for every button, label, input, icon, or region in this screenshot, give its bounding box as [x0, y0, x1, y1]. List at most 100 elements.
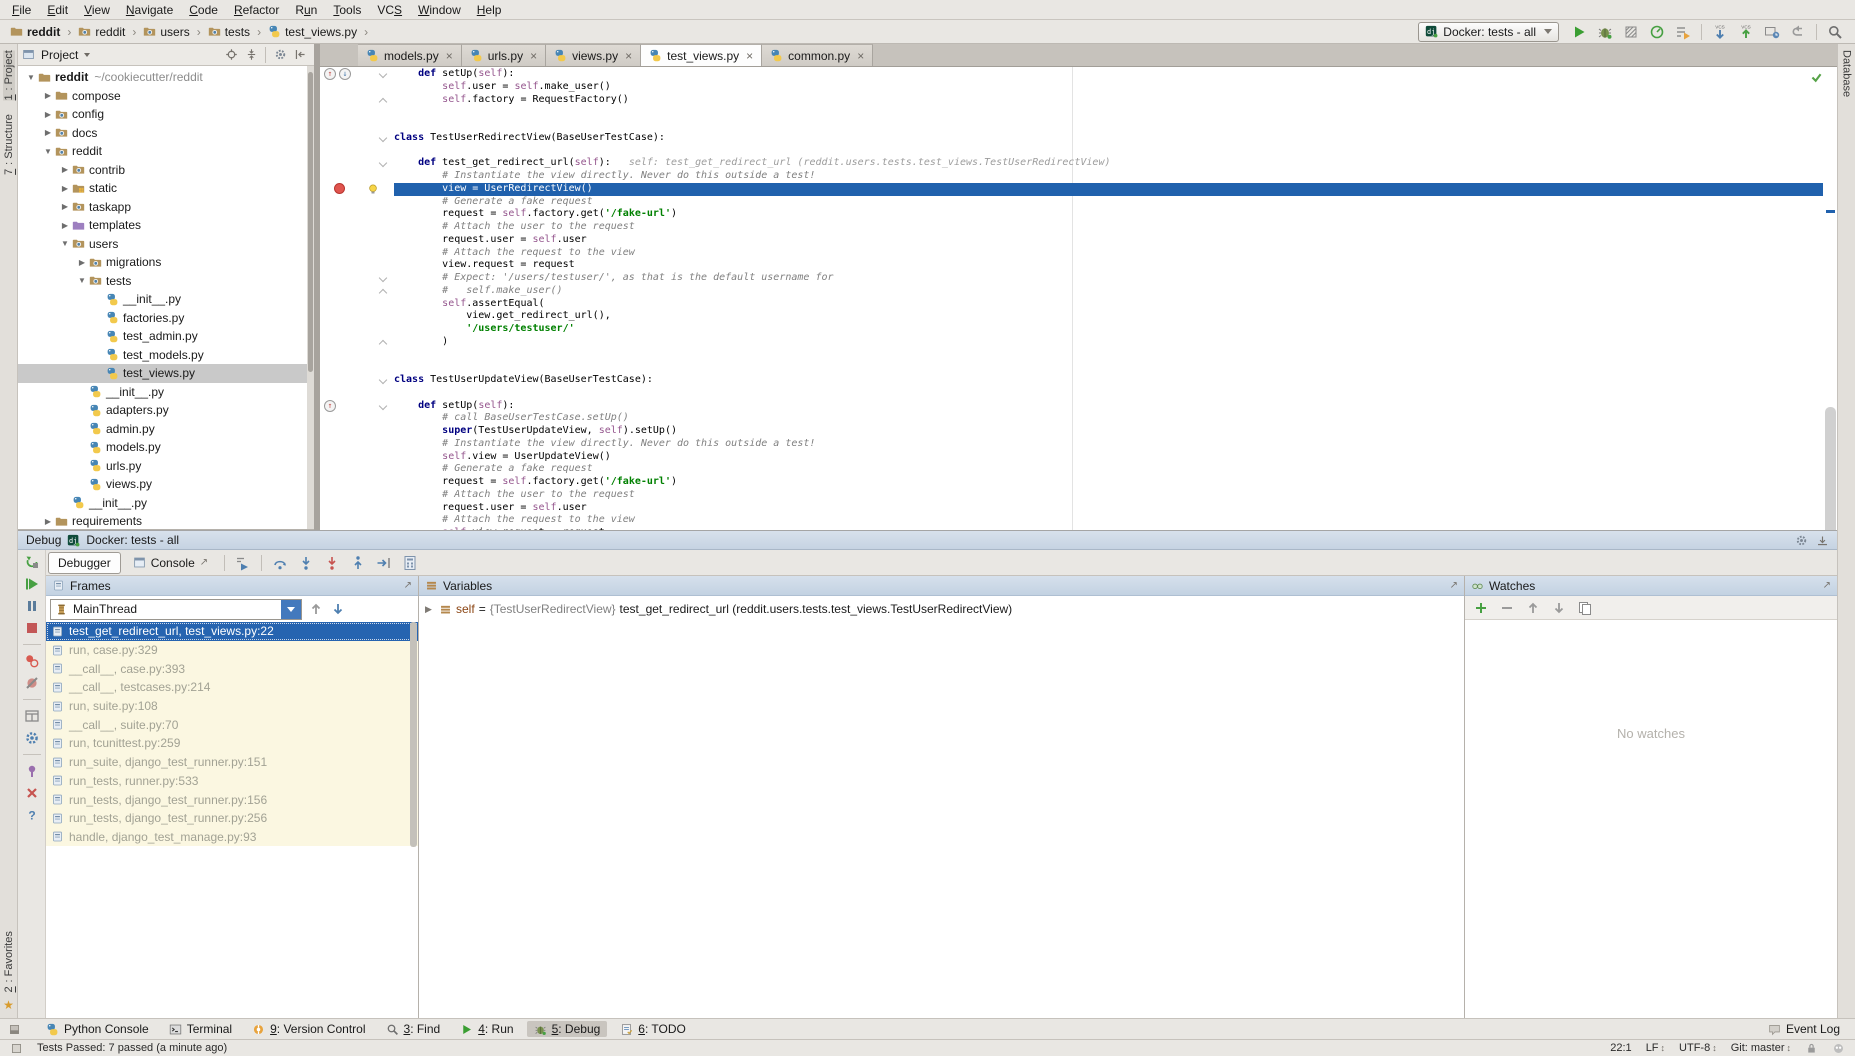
frame-row[interactable]: handle, django_test_manage.py:93 [46, 828, 418, 847]
tree-item-test_views.py[interactable]: test_views.py [18, 364, 314, 383]
code-line[interactable]: # Attach the request to the view [320, 247, 1823, 260]
thread-combo[interactable]: MainThread [50, 599, 302, 620]
frame-row[interactable]: run_tests, runner.py:533 [46, 772, 418, 791]
editor-tab-models.py[interactable]: models.py× [358, 44, 462, 66]
close-tab-icon[interactable]: × [444, 49, 453, 63]
chevron-right-icon[interactable]: ▶ [41, 91, 55, 100]
changes-button[interactable] [1760, 21, 1784, 43]
status-message[interactable]: Tests Passed: 7 passed (a minute ago) [37, 1042, 227, 1054]
editor-gutter[interactable] [320, 259, 394, 272]
editor-gutter[interactable] [320, 145, 394, 158]
menu-edit[interactable]: Edit [39, 1, 76, 19]
restore-layout-button[interactable] [24, 708, 40, 724]
code-line[interactable]: ) [320, 336, 1823, 349]
toolwindow-button--run[interactable]: 4: Run [453, 1021, 520, 1037]
settings-button[interactable] [270, 46, 290, 64]
chevron-down-icon[interactable]: ▼ [24, 73, 38, 82]
code-line[interactable]: self.user = self.make_user() [320, 81, 1823, 94]
editor-gutter[interactable] [320, 247, 394, 260]
code-line[interactable]: self.assertEqual( [320, 298, 1823, 311]
code-line[interactable]: class TestUserRedirectView(BaseUserTestC… [320, 132, 1823, 145]
frame-row[interactable]: __call__, case.py:393 [46, 659, 418, 678]
fold-marker-icon[interactable] [379, 70, 387, 78]
editor-gutter[interactable] [320, 336, 394, 349]
tree-item-__init__.py[interactable]: __init__.py [18, 494, 314, 513]
frame-row[interactable]: test_get_redirect_url, test_views.py:22 [46, 622, 418, 641]
add-watch-button[interactable] [1473, 600, 1489, 616]
chevron-right-icon[interactable]: ▶ [41, 110, 55, 119]
menu-code[interactable]: Code [181, 1, 226, 19]
breadcrumb-item[interactable]: tests [206, 24, 252, 40]
fold-marker-icon[interactable] [379, 376, 387, 384]
code-line[interactable] [320, 349, 1823, 362]
breadcrumb-item[interactable]: users [141, 24, 191, 40]
tree-item-urls.py[interactable]: urls.py [18, 457, 314, 476]
chevron-down-icon[interactable]: ▼ [41, 147, 55, 156]
tree-item-docs[interactable]: ▶docs [18, 124, 314, 143]
editor-gutter[interactable] [320, 451, 394, 464]
menu-file[interactable]: File [4, 1, 39, 19]
editor-gutter[interactable] [320, 157, 394, 170]
toolwindow-button--version-control[interactable]: 9: Version Control [245, 1021, 372, 1037]
coverage-button[interactable] [1619, 21, 1643, 43]
frame-row[interactable]: run_tests, django_test_runner.py:256 [46, 809, 418, 828]
tree-item-__init__.py[interactable]: __init__.py [18, 290, 314, 309]
stop-button[interactable] [24, 620, 40, 636]
line-ending-selector[interactable]: LF↕ [1646, 1042, 1665, 1054]
chevron-right-icon[interactable]: ▶ [41, 128, 55, 137]
tree-item-templates[interactable]: ▶templates [18, 216, 314, 235]
evaluate-expression-button[interactable] [398, 552, 422, 574]
toolwindow-button-database[interactable]: Database [1841, 50, 1853, 97]
code-line[interactable]: self.view = UserUpdateView() [320, 451, 1823, 464]
code-line[interactable]: request.user = self.user [320, 234, 1823, 247]
toolwindow-button--favorites[interactable]: 2: Favorites [3, 931, 15, 992]
chevron-right-icon[interactable]: ▶ [58, 221, 72, 230]
editor-gutter[interactable] [320, 387, 394, 400]
tree-item-tests[interactable]: ▼tests [18, 272, 314, 291]
fold-marker-icon[interactable] [379, 159, 387, 167]
editor-gutter[interactable] [320, 349, 394, 362]
editor-gutter[interactable] [320, 132, 394, 145]
vcs-update-button[interactable]: VCS [1708, 21, 1732, 43]
tree-item-admin.py[interactable]: admin.py [18, 420, 314, 439]
chevron-right-icon[interactable]: ▶ [75, 258, 89, 267]
tree-item-test_models.py[interactable]: test_models.py [18, 346, 314, 365]
menu-run[interactable]: Run [287, 1, 325, 19]
editor-tab-common.py[interactable]: common.py× [762, 44, 873, 66]
breakpoint-icon[interactable] [334, 183, 345, 194]
project-panel-title[interactable]: Project [39, 48, 80, 62]
rerun-button[interactable] [24, 554, 40, 570]
tree-item-factories.py[interactable]: factories.py [18, 309, 314, 328]
code-line[interactable] [320, 387, 1823, 400]
code-line[interactable]: # Expect: '/users/testuser/', as that is… [320, 272, 1823, 285]
resume-button[interactable] [24, 576, 40, 592]
tree-item-reddit[interactable]: ▼reddit [18, 142, 314, 161]
editor-tab-views.py[interactable]: views.py× [546, 44, 641, 66]
locate-button[interactable] [221, 46, 241, 64]
code-line[interactable]: view = UserRedirectView() [320, 183, 1823, 196]
editor-tab-test_views.py[interactable]: test_views.py× [641, 44, 762, 66]
tree-item-users[interactable]: ▼users [18, 235, 314, 254]
frames-scrollbar[interactable] [409, 622, 418, 852]
editor-gutter[interactable] [320, 94, 394, 107]
toolwindow-button-terminal[interactable]: Terminal [162, 1021, 239, 1037]
frame-row[interactable]: run_tests, django_test_runner.py:156 [46, 790, 418, 809]
code-line[interactable]: request = self.factory.get('/fake-url') [320, 476, 1823, 489]
editor-gutter[interactable] [320, 374, 394, 387]
tree-item-taskapp[interactable]: ▶taskapp [18, 198, 314, 217]
editor-gutter[interactable] [320, 323, 394, 336]
frame-row[interactable]: run, tcunittest.py:259 [46, 734, 418, 753]
code-line[interactable]: super(TestUserUpdateView, self).setUp() [320, 425, 1823, 438]
frame-row[interactable]: run_suite, django_test_runner.py:151 [46, 753, 418, 772]
code-line[interactable] [320, 106, 1823, 119]
view-breakpoints-button[interactable] [24, 653, 40, 669]
toolwindow-button-python-console[interactable]: Python Console [39, 1021, 156, 1037]
code-line[interactable]: # self.make_user() [320, 285, 1823, 298]
git-branch-selector[interactable]: Git: master↕ [1731, 1042, 1791, 1054]
editor-gutter[interactable] [320, 310, 394, 323]
fold-marker-icon[interactable] [379, 97, 387, 105]
chevron-right-icon[interactable]: ▶ [41, 517, 55, 526]
pause-button[interactable] [24, 598, 40, 614]
float-panel-icon[interactable]: ↗ [1823, 580, 1831, 591]
copy-button[interactable] [1577, 600, 1593, 616]
